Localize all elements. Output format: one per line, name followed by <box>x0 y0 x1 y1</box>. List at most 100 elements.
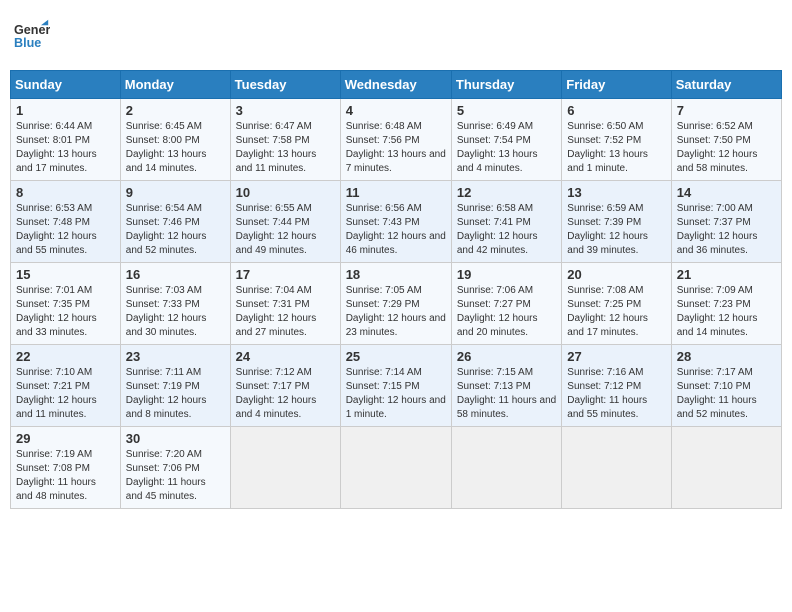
cell-content: Sunrise: 7:05 AM Sunset: 7:29 PM Dayligh… <box>346 284 446 340</box>
day-number: 5 <box>457 103 556 118</box>
day-number: 10 <box>236 185 335 200</box>
cell-content: Sunrise: 7:00 AM Sunset: 7:37 PM Dayligh… <box>677 202 776 258</box>
day-number: 17 <box>236 267 335 282</box>
calendar-cell: 2 Sunrise: 6:45 AM Sunset: 8:00 PM Dayli… <box>120 99 230 181</box>
cell-content: Sunrise: 7:01 AM Sunset: 7:35 PM Dayligh… <box>16 284 115 340</box>
calendar-cell: 21 Sunrise: 7:09 AM Sunset: 7:23 PM Dayl… <box>671 263 781 345</box>
day-number: 6 <box>567 103 665 118</box>
cell-content: Sunrise: 7:09 AM Sunset: 7:23 PM Dayligh… <box>677 284 776 340</box>
calendar-cell: 24 Sunrise: 7:12 AM Sunset: 7:17 PM Dayl… <box>230 345 340 427</box>
day-number: 21 <box>677 267 776 282</box>
calendar-cell: 25 Sunrise: 7:14 AM Sunset: 7:15 PM Dayl… <box>340 345 451 427</box>
day-number: 20 <box>567 267 665 282</box>
calendar-cell: 30 Sunrise: 7:20 AM Sunset: 7:06 PM Dayl… <box>120 427 230 509</box>
cell-content: Sunrise: 6:52 AM Sunset: 7:50 PM Dayligh… <box>677 120 776 176</box>
calendar-cell: 26 Sunrise: 7:15 AM Sunset: 7:13 PM Dayl… <box>451 345 561 427</box>
day-number: 12 <box>457 185 556 200</box>
calendar-cell: 7 Sunrise: 6:52 AM Sunset: 7:50 PM Dayli… <box>671 99 781 181</box>
calendar-cell: 11 Sunrise: 6:56 AM Sunset: 7:43 PM Dayl… <box>340 181 451 263</box>
cell-content: Sunrise: 7:10 AM Sunset: 7:21 PM Dayligh… <box>16 366 115 422</box>
calendar-cell: 14 Sunrise: 7:00 AM Sunset: 7:37 PM Dayl… <box>671 181 781 263</box>
calendar-cell: 8 Sunrise: 6:53 AM Sunset: 7:48 PM Dayli… <box>11 181 121 263</box>
calendar-table: SundayMondayTuesdayWednesdayThursdayFrid… <box>10 70 782 509</box>
calendar-cell: 12 Sunrise: 6:58 AM Sunset: 7:41 PM Dayl… <box>451 181 561 263</box>
col-header-sunday: Sunday <box>11 71 121 99</box>
cell-content: Sunrise: 7:03 AM Sunset: 7:33 PM Dayligh… <box>126 284 225 340</box>
col-header-wednesday: Wednesday <box>340 71 451 99</box>
cell-content: Sunrise: 7:08 AM Sunset: 7:25 PM Dayligh… <box>567 284 665 340</box>
col-header-saturday: Saturday <box>671 71 781 99</box>
calendar-cell <box>340 427 451 509</box>
cell-content: Sunrise: 6:47 AM Sunset: 7:58 PM Dayligh… <box>236 120 335 176</box>
day-number: 2 <box>126 103 225 118</box>
day-number: 11 <box>346 185 446 200</box>
day-number: 24 <box>236 349 335 364</box>
day-number: 15 <box>16 267 115 282</box>
cell-content: Sunrise: 7:15 AM Sunset: 7:13 PM Dayligh… <box>457 366 556 422</box>
week-row-1: 1 Sunrise: 6:44 AM Sunset: 8:01 PM Dayli… <box>11 99 782 181</box>
calendar-cell: 29 Sunrise: 7:19 AM Sunset: 7:08 PM Dayl… <box>11 427 121 509</box>
cell-content: Sunrise: 6:54 AM Sunset: 7:46 PM Dayligh… <box>126 202 225 258</box>
calendar-cell: 9 Sunrise: 6:54 AM Sunset: 7:46 PM Dayli… <box>120 181 230 263</box>
cell-content: Sunrise: 6:49 AM Sunset: 7:54 PM Dayligh… <box>457 120 556 176</box>
col-header-friday: Friday <box>562 71 671 99</box>
calendar-cell: 1 Sunrise: 6:44 AM Sunset: 8:01 PM Dayli… <box>11 99 121 181</box>
calendar-cell: 28 Sunrise: 7:17 AM Sunset: 7:10 PM Dayl… <box>671 345 781 427</box>
day-number: 19 <box>457 267 556 282</box>
calendar-cell: 17 Sunrise: 7:04 AM Sunset: 7:31 PM Dayl… <box>230 263 340 345</box>
logo: General Blue <box>14 18 50 54</box>
week-row-4: 22 Sunrise: 7:10 AM Sunset: 7:21 PM Dayl… <box>11 345 782 427</box>
calendar-cell: 15 Sunrise: 7:01 AM Sunset: 7:35 PM Dayl… <box>11 263 121 345</box>
col-header-monday: Monday <box>120 71 230 99</box>
calendar-cell: 27 Sunrise: 7:16 AM Sunset: 7:12 PM Dayl… <box>562 345 671 427</box>
day-number: 4 <box>346 103 446 118</box>
calendar-cell <box>451 427 561 509</box>
day-number: 26 <box>457 349 556 364</box>
day-number: 23 <box>126 349 225 364</box>
cell-content: Sunrise: 6:45 AM Sunset: 8:00 PM Dayligh… <box>126 120 225 176</box>
cell-content: Sunrise: 6:55 AM Sunset: 7:44 PM Dayligh… <box>236 202 335 258</box>
calendar-cell <box>671 427 781 509</box>
calendar-cell: 3 Sunrise: 6:47 AM Sunset: 7:58 PM Dayli… <box>230 99 340 181</box>
cell-content: Sunrise: 6:59 AM Sunset: 7:39 PM Dayligh… <box>567 202 665 258</box>
day-number: 1 <box>16 103 115 118</box>
day-number: 14 <box>677 185 776 200</box>
logo-icon: General Blue <box>14 18 50 54</box>
calendar-cell: 10 Sunrise: 6:55 AM Sunset: 7:44 PM Dayl… <box>230 181 340 263</box>
week-row-5: 29 Sunrise: 7:19 AM Sunset: 7:08 PM Dayl… <box>11 427 782 509</box>
calendar-cell: 19 Sunrise: 7:06 AM Sunset: 7:27 PM Dayl… <box>451 263 561 345</box>
page-header: General Blue <box>10 10 782 62</box>
day-number: 22 <box>16 349 115 364</box>
cell-content: Sunrise: 7:12 AM Sunset: 7:17 PM Dayligh… <box>236 366 335 422</box>
calendar-cell <box>230 427 340 509</box>
day-number: 3 <box>236 103 335 118</box>
calendar-cell: 20 Sunrise: 7:08 AM Sunset: 7:25 PM Dayl… <box>562 263 671 345</box>
cell-content: Sunrise: 6:50 AM Sunset: 7:52 PM Dayligh… <box>567 120 665 176</box>
calendar-cell: 13 Sunrise: 6:59 AM Sunset: 7:39 PM Dayl… <box>562 181 671 263</box>
week-row-3: 15 Sunrise: 7:01 AM Sunset: 7:35 PM Dayl… <box>11 263 782 345</box>
day-number: 18 <box>346 267 446 282</box>
calendar-cell: 6 Sunrise: 6:50 AM Sunset: 7:52 PM Dayli… <box>562 99 671 181</box>
day-number: 8 <box>16 185 115 200</box>
cell-content: Sunrise: 7:16 AM Sunset: 7:12 PM Dayligh… <box>567 366 665 422</box>
cell-content: Sunrise: 7:19 AM Sunset: 7:08 PM Dayligh… <box>16 448 115 504</box>
calendar-cell: 18 Sunrise: 7:05 AM Sunset: 7:29 PM Dayl… <box>340 263 451 345</box>
day-number: 25 <box>346 349 446 364</box>
cell-content: Sunrise: 6:56 AM Sunset: 7:43 PM Dayligh… <box>346 202 446 258</box>
day-number: 7 <box>677 103 776 118</box>
cell-content: Sunrise: 7:11 AM Sunset: 7:19 PM Dayligh… <box>126 366 225 422</box>
calendar-cell: 22 Sunrise: 7:10 AM Sunset: 7:21 PM Dayl… <box>11 345 121 427</box>
day-number: 27 <box>567 349 665 364</box>
cell-content: Sunrise: 7:20 AM Sunset: 7:06 PM Dayligh… <box>126 448 225 504</box>
cell-content: Sunrise: 7:17 AM Sunset: 7:10 PM Dayligh… <box>677 366 776 422</box>
day-number: 29 <box>16 431 115 446</box>
cell-content: Sunrise: 7:14 AM Sunset: 7:15 PM Dayligh… <box>346 366 446 422</box>
cell-content: Sunrise: 6:44 AM Sunset: 8:01 PM Dayligh… <box>16 120 115 176</box>
cell-content: Sunrise: 6:48 AM Sunset: 7:56 PM Dayligh… <box>346 120 446 176</box>
calendar-cell <box>562 427 671 509</box>
cell-content: Sunrise: 7:06 AM Sunset: 7:27 PM Dayligh… <box>457 284 556 340</box>
day-number: 9 <box>126 185 225 200</box>
calendar-cell: 16 Sunrise: 7:03 AM Sunset: 7:33 PM Dayl… <box>120 263 230 345</box>
week-row-2: 8 Sunrise: 6:53 AM Sunset: 7:48 PM Dayli… <box>11 181 782 263</box>
cell-content: Sunrise: 7:04 AM Sunset: 7:31 PM Dayligh… <box>236 284 335 340</box>
